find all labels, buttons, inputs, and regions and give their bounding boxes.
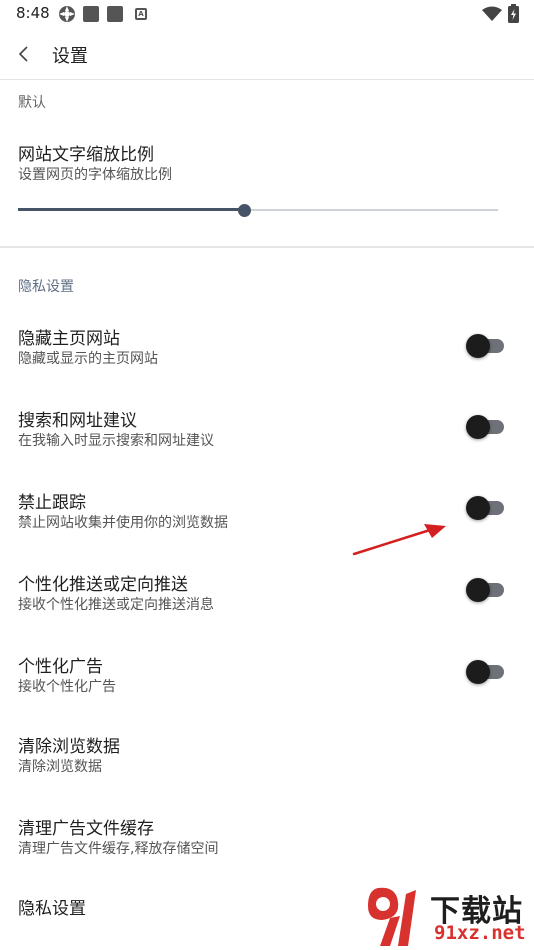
personalized-push-toggle[interactable] <box>466 578 506 602</box>
hide-home-sites-toggle[interactable] <box>466 334 506 358</box>
status-bar: 8:48 A <box>0 0 534 28</box>
item-subtitle: 接收个性化广告 <box>18 679 116 695</box>
battery-charging-icon <box>508 4 519 27</box>
setting-clear-ad-cache[interactable]: 清理广告文件缓存 清理广告文件缓存,释放存储空间 <box>0 806 534 886</box>
toggle-knob <box>466 578 490 602</box>
pinwheel-icon <box>58 5 76 27</box>
section-header-privacy: 隐私设置 <box>18 279 74 295</box>
item-subtitle: 禁止网站收集并使用你的浏览数据 <box>18 515 228 531</box>
toggle-knob <box>466 496 490 520</box>
item-subtitle: 清除浏览数据 <box>18 759 102 775</box>
slider-fill <box>18 208 244 211</box>
status-time: 8:48 <box>16 4 50 22</box>
item-title: 网站文字缩放比例 <box>18 145 154 165</box>
app-bar: 设置 <box>0 28 534 80</box>
chevron-left-icon[interactable] <box>10 40 38 68</box>
section-header-default: 默认 <box>18 95 46 111</box>
watermark-url: 91xz.net <box>434 922 526 944</box>
item-title: 清理广告文件缓存 <box>18 819 154 839</box>
wifi-icon <box>482 6 502 26</box>
watermark: 下载站 91xz.net <box>360 884 534 950</box>
square-icon <box>107 6 123 22</box>
item-subtitle: 接收个性化推送或定向推送消息 <box>18 597 214 613</box>
item-title: 个性化广告 <box>18 657 103 677</box>
square-icon <box>83 6 99 22</box>
toggle-knob <box>466 334 490 358</box>
setting-clear-browsing-data[interactable]: 清除浏览数据 清除浏览数据 <box>0 724 534 804</box>
setting-hide-home-sites[interactable]: 隐藏主页网站 隐藏或显示的主页网站 <box>0 314 534 394</box>
setting-personalized-ads[interactable]: 个性化广告 接收个性化广告 <box>0 642 534 722</box>
item-subtitle: 设置网页的字体缩放比例 <box>18 167 172 183</box>
item-title: 隐藏主页网站 <box>18 329 120 349</box>
item-subtitle: 清理广告文件缓存,释放存储空间 <box>18 841 219 857</box>
slider-thumb[interactable] <box>237 204 251 217</box>
toggle-knob <box>466 415 490 439</box>
item-subtitle: 在我输入时显示搜索和网址建议 <box>18 433 214 449</box>
do-not-track-toggle[interactable] <box>466 496 506 520</box>
setting-search-suggestions[interactable]: 搜索和网址建议 在我输入时显示搜索和网址建议 <box>0 396 534 476</box>
toggle-knob <box>466 660 490 684</box>
annotation-arrow-icon <box>352 524 446 556</box>
font-scale-slider[interactable] <box>18 203 498 217</box>
item-title: 禁止跟踪 <box>18 493 86 513</box>
item-title: 隐私设置 <box>18 899 86 919</box>
91-logo-icon <box>368 887 416 946</box>
a-notification-icon: A <box>135 8 147 20</box>
setting-do-not-track[interactable]: 禁止跟踪 禁止网站收集并使用你的浏览数据 <box>0 478 534 558</box>
item-title: 清除浏览数据 <box>18 737 120 757</box>
setting-personalized-push[interactable]: 个性化推送或定向推送 接收个性化推送或定向推送消息 <box>0 560 534 640</box>
item-title: 搜索和网址建议 <box>18 411 137 431</box>
section-divider <box>0 246 534 248</box>
search-suggestions-toggle[interactable] <box>466 415 506 439</box>
personalized-ads-toggle[interactable] <box>466 660 506 684</box>
item-subtitle: 隐藏或显示的主页网站 <box>18 351 158 367</box>
item-title: 个性化推送或定向推送 <box>18 575 188 595</box>
page-title: 设置 <box>52 46 88 67</box>
